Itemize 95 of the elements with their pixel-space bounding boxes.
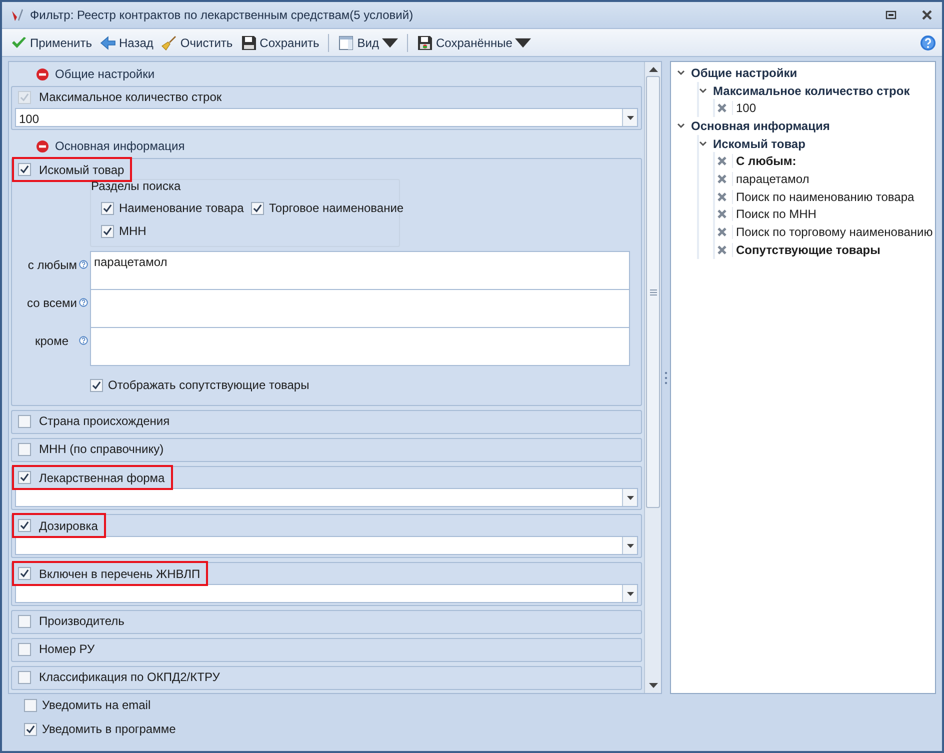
dropdown-field[interactable] xyxy=(15,536,638,555)
app-logo-icon xyxy=(10,8,24,22)
section-title: Номер РУ xyxy=(39,642,95,656)
tree-node[interactable]: Основная информация xyxy=(691,118,830,133)
dropdown-field[interactable] xyxy=(15,584,638,603)
checkbox[interactable] xyxy=(101,224,114,238)
tree-leaf[interactable]: Поиск по торговому наименованию xyxy=(732,225,933,240)
checkbox[interactable] xyxy=(18,442,31,456)
option-label: Торговое наименование xyxy=(269,201,404,215)
restore-icon[interactable] xyxy=(884,8,898,22)
checkbox[interactable] xyxy=(90,378,103,392)
toolbar-button[interactable]: Назад xyxy=(97,32,156,52)
tree-leaf[interactable]: Поиск по МНН xyxy=(732,207,816,222)
checkbox[interactable] xyxy=(101,202,114,214)
dropdown-button[interactable] xyxy=(622,489,637,506)
section-title: Дозировка xyxy=(39,518,98,532)
remove-icon[interactable] xyxy=(717,174,727,184)
caret-icon xyxy=(626,592,634,596)
caret-icon xyxy=(626,496,634,500)
help-icon[interactable] xyxy=(79,336,88,345)
checkbox[interactable] xyxy=(18,567,31,580)
section-title: Искомый товар xyxy=(39,162,124,176)
toolbar-button[interactable]: Сохранить xyxy=(238,32,322,52)
window-icon xyxy=(338,34,354,50)
group-heading: Общие настройки xyxy=(55,67,155,81)
checkbox[interactable] xyxy=(24,698,37,712)
grip-icon xyxy=(650,288,656,296)
tree-node[interactable]: Общие настройки xyxy=(691,66,798,80)
checkbox[interactable] xyxy=(18,471,31,484)
tree-leaf[interactable]: 100 xyxy=(732,101,756,116)
chevron-icon[interactable] xyxy=(699,88,707,94)
section-title: Лекарственная форма xyxy=(39,470,165,484)
chevron-icon[interactable] xyxy=(699,140,707,147)
scroll-up-icon[interactable] xyxy=(648,66,658,72)
checkbox[interactable] xyxy=(251,202,264,214)
section-title: Страна происхождения xyxy=(39,414,170,428)
chevron-icon[interactable] xyxy=(677,122,685,129)
option-label: Уведомить на email xyxy=(42,698,151,712)
help-icon[interactable] xyxy=(920,34,936,50)
window-title: Фильтр: Реестр контрактов по лекарственным средствам(5 условий) xyxy=(30,8,414,22)
checkbox[interactable] xyxy=(18,414,31,428)
dropdown-button[interactable] xyxy=(622,109,637,126)
section-title: Максимальное количество строк xyxy=(39,90,222,104)
group-heading: Основная информация xyxy=(55,139,185,153)
field-label: со всеми xyxy=(26,296,77,310)
help-icon[interactable] xyxy=(79,260,88,269)
caret-icon xyxy=(626,116,634,120)
checkbox[interactable] xyxy=(18,670,31,684)
group-title: Разделы поиска xyxy=(91,178,182,195)
dropdown-button[interactable] xyxy=(622,585,637,602)
chevron-icon[interactable] xyxy=(677,70,685,76)
option-label: МНН xyxy=(119,224,146,238)
toolbar-button[interactable]: Сохранённые xyxy=(414,32,534,52)
tree-leaf[interactable]: Поиск по наименованию товара xyxy=(732,190,914,204)
tree-leaf[interactable]: С любым: xyxy=(732,154,796,168)
option-label: Уведомить в программе xyxy=(42,722,176,736)
section-title: МНН (по справочнику) xyxy=(39,442,164,456)
remove-icon[interactable] xyxy=(717,156,727,166)
tree-leaf[interactable]: парацетамол xyxy=(732,172,810,186)
toolbar-button[interactable]: Применить xyxy=(8,32,96,52)
tree-leaf[interactable]: Сопутствующие товары xyxy=(732,242,880,257)
tree-node[interactable]: Искомый товар xyxy=(713,136,806,151)
back-arrow-icon xyxy=(100,34,116,50)
option-label: Отображать сопутствующие товары xyxy=(108,378,310,392)
checkbox[interactable] xyxy=(18,163,31,176)
dropdown-button[interactable] xyxy=(622,537,637,554)
help-icon[interactable] xyxy=(79,298,88,307)
scroll-down-icon[interactable] xyxy=(648,683,658,689)
section-title: Классификация по ОКПД2/КТРУ xyxy=(39,670,220,684)
scrollbar[interactable] xyxy=(644,62,661,693)
checkbox[interactable] xyxy=(18,642,31,656)
section-title: Включен в перечень ЖНВЛП xyxy=(39,566,200,580)
checkbox[interactable] xyxy=(18,519,31,532)
remove-icon[interactable] xyxy=(717,103,727,114)
collapse-icon[interactable] xyxy=(36,140,49,152)
checkmark-icon xyxy=(11,34,27,50)
close-icon[interactable] xyxy=(920,8,934,22)
checkbox[interactable] xyxy=(18,614,31,628)
remove-icon[interactable] xyxy=(717,227,727,238)
caret-icon xyxy=(626,544,634,548)
remove-icon[interactable] xyxy=(717,209,727,220)
field-label: с любым xyxy=(28,258,77,272)
remove-icon[interactable] xyxy=(717,244,727,255)
dropdown-field[interactable] xyxy=(15,488,638,507)
toolbar-button[interactable]: Вид xyxy=(335,32,402,52)
text-area[interactable]: парацетамол xyxy=(90,251,630,290)
tree-node[interactable]: Максимальное количество строк xyxy=(713,84,910,98)
checkbox[interactable] xyxy=(24,722,37,736)
collapse-icon[interactable] xyxy=(36,68,49,80)
toolbar-button[interactable]: Очистить xyxy=(158,32,236,52)
remove-icon[interactable] xyxy=(717,192,727,202)
field-label: кроме xyxy=(35,334,69,348)
option-label: Наименование товара xyxy=(119,201,244,215)
broom-icon xyxy=(161,34,178,50)
section-title: Производитель xyxy=(39,614,124,628)
